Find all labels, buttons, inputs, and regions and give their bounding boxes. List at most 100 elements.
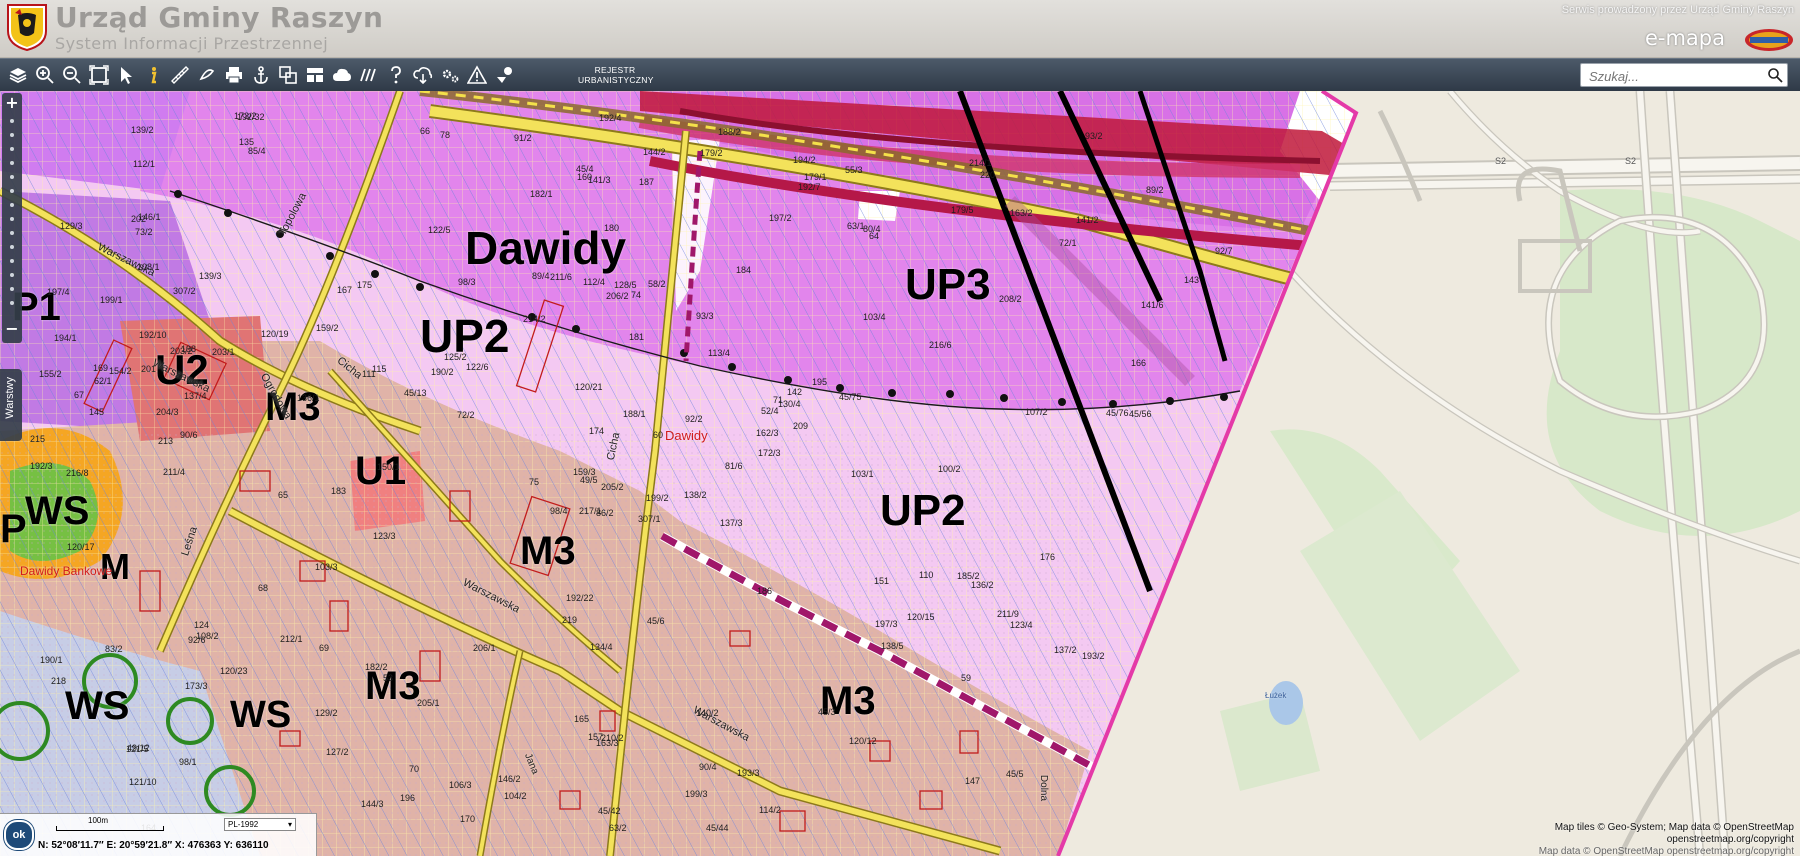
zoom-in-icon[interactable] [33, 63, 57, 87]
download-icon[interactable] [411, 63, 435, 87]
zoom-level-dot[interactable] [10, 147, 14, 151]
parcel-number: 108/2 [196, 631, 219, 641]
parcel-number: 163/2 [1010, 208, 1033, 218]
marker-icon[interactable] [492, 63, 516, 87]
parcel-number: 216/8 [66, 468, 89, 478]
zoom-level-dot[interactable] [10, 175, 14, 179]
zoom-out-icon[interactable] [60, 63, 84, 87]
map-canvas[interactable] [0, 91, 1800, 856]
map-view[interactable]: Dawidy UP2 UP3 UP2 U2 M3 U1 M3 M3 M3 WS WS WS P1 P M Daw… [0, 91, 1800, 856]
parcel-number: 192/22 [566, 593, 594, 603]
parcel-number: 100/2 [938, 464, 961, 474]
parcel-number: 71 [773, 395, 784, 405]
parcel-number: 192/7 [798, 182, 821, 192]
zone-label: P [0, 507, 27, 551]
search-field[interactable] [1580, 63, 1788, 87]
parcel-number: 179/2 [700, 148, 723, 158]
parcel-number: 210/2 [601, 733, 624, 743]
zone-label: WS [25, 489, 90, 533]
crs-select[interactable]: PL-1992 ▾ [224, 818, 296, 831]
measure-length-icon[interactable] [168, 63, 192, 87]
zoom-level-dot[interactable] [10, 259, 14, 263]
warning-icon[interactable] [465, 63, 489, 87]
layers-panel-tab[interactable]: Warstwy [0, 369, 22, 441]
parcel-number: 146/2 [498, 774, 521, 784]
parcel-number: 193/2 [1082, 651, 1105, 661]
parcel-number: 190/2 [431, 367, 454, 377]
geo-system-logo [1745, 29, 1793, 51]
search-input[interactable] [1587, 66, 1761, 86]
parcel-number: 103/3 [315, 562, 338, 572]
parcel-number: 45/3 [818, 707, 836, 717]
measure-area-icon[interactable] [195, 63, 219, 87]
parcel-number: 220 [980, 170, 996, 180]
parcel-number: 68 [258, 583, 269, 593]
zoom-level-dot[interactable] [10, 161, 14, 165]
anchor-icon[interactable] [249, 63, 273, 87]
urban-register-button[interactable]: REJESTR URBANISTYCZNY [578, 65, 653, 85]
zoom-out-button[interactable]: − [2, 319, 22, 339]
parcel-number: 66 [420, 126, 431, 136]
parcel-number: 120/19 [261, 329, 289, 339]
zone-label: UP2 [880, 486, 966, 535]
ok-button[interactable]: ok [4, 820, 34, 850]
parcel-number: 147 [965, 776, 981, 786]
zoom-level-dot[interactable] [10, 231, 14, 235]
layout-icon[interactable] [303, 63, 327, 87]
place-label: Dawidy Bankowe [20, 564, 113, 578]
app-header: Urząd Gminy Raszyn System Informacji Prz… [0, 0, 1800, 58]
print-icon[interactable] [222, 63, 246, 87]
parcel-number: 192/3 [30, 461, 53, 471]
crs-value: PL-1992 [228, 820, 259, 829]
zoom-level-dot[interactable] [10, 273, 14, 277]
parcel-number: 197/2 [769, 213, 792, 223]
place-label: S2 [1625, 156, 1637, 166]
zoom-in-button[interactable]: + [2, 93, 22, 113]
parcel-number: 194/2 [793, 155, 816, 165]
zoom-level-dot[interactable] [10, 287, 14, 291]
zoom-level-dot[interactable] [10, 133, 14, 137]
parcel-number: 154/2 [109, 366, 132, 376]
select-arrow-icon[interactable] [114, 63, 138, 87]
parcel-number: 120/21 [575, 382, 603, 392]
hatch-icon[interactable] [357, 63, 381, 87]
zoom-level-dot[interactable] [10, 301, 14, 305]
attribution-line-1: Map tiles © Geo-System; Map data © OpenS… [1554, 822, 1794, 833]
settings-icon[interactable] [438, 63, 462, 87]
search-icon[interactable] [1767, 67, 1783, 83]
layers-tab-label: Warstwy [4, 377, 16, 419]
layers-icon[interactable] [6, 63, 30, 87]
info-icon[interactable] [141, 63, 165, 87]
parcel-number: 55/3 [845, 165, 863, 175]
zoom-level-dot[interactable] [10, 203, 14, 207]
parcel-number: 214/2 [523, 314, 546, 324]
zoom-level-dot[interactable] [10, 189, 14, 193]
parcel-number: 194/1 [54, 333, 77, 343]
parcel-number: 176 [1040, 552, 1056, 562]
parcel-number: 195 [812, 377, 828, 387]
zoom-level-dot[interactable] [10, 119, 14, 123]
cloud-icon[interactable] [330, 63, 354, 87]
zoom-level-dot[interactable] [10, 217, 14, 221]
copy-icon[interactable] [276, 63, 300, 87]
zoom-extent-icon[interactable] [87, 63, 111, 87]
map-attribution: Map tiles © Geo-System; Map data © OpenS… [1539, 822, 1794, 856]
zoom-slider[interactable]: + − [2, 93, 22, 343]
zone-label: WS [230, 694, 292, 736]
parcel-number: 159/2 [316, 323, 339, 333]
parcel-number: 151 [874, 576, 890, 586]
help-icon[interactable] [384, 63, 408, 87]
parcel-number: 169 [93, 363, 109, 373]
parcel-number: 165 [574, 714, 590, 724]
parcel-number: 137/2 [1054, 645, 1077, 655]
parcel-number: 179/5 [951, 205, 974, 215]
parcel-number: 197/4 [47, 287, 70, 297]
parcel-number: 45/75 [839, 392, 862, 402]
attribution-line-2[interactable]: openstreetmap.org/copyright [1539, 834, 1794, 846]
zoom-level-dot[interactable] [10, 245, 14, 249]
parcel-number: 53 [383, 673, 394, 683]
parcel-number: 98/3 [458, 277, 476, 287]
parcel-number: 190/1 [40, 655, 63, 665]
pond [1269, 681, 1303, 725]
parcel-number: 103/4 [863, 312, 886, 322]
